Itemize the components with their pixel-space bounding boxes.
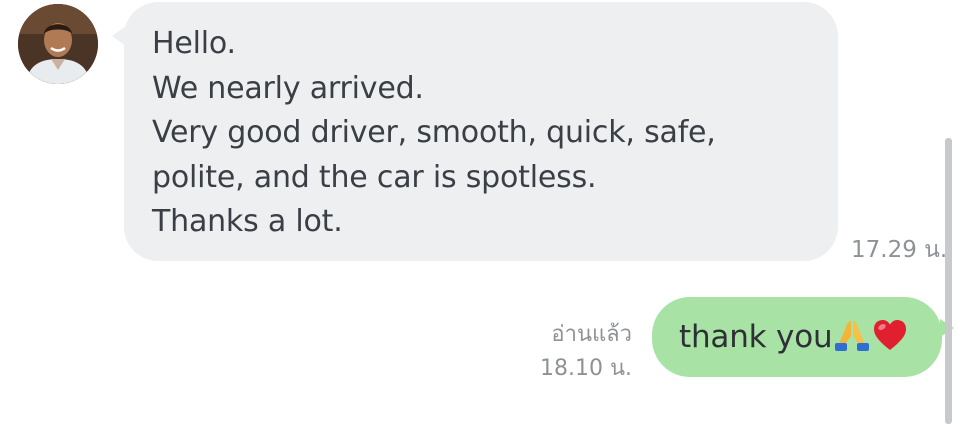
message-line: Very good driver, smooth, quick, safe,	[152, 115, 716, 150]
red-heart-icon	[872, 318, 908, 356]
message-line: polite, and the car is spotless.	[152, 159, 597, 195]
read-label: อ่านแล้ว	[551, 322, 632, 347]
avatar[interactable]	[18, 4, 98, 84]
outgoing-message-text: thank you	[679, 319, 833, 355]
chat-thread[interactable]: Hello. We nearly arrived. Very good driv…	[0, 0, 960, 424]
profile-photo-avatar	[18, 4, 98, 84]
outgoing-message-bubble[interactable]: thank you	[652, 297, 954, 377]
message-line: Thanks a lot.	[152, 204, 343, 239]
incoming-timestamp: 17.29 น.	[851, 237, 948, 263]
incoming-message-bubble[interactable]: Hello. We nearly arrived. Very good driv…	[112, 2, 838, 261]
bubble-tail	[112, 26, 126, 46]
read-receipt: อ่านแล้ว 18.10 น.	[540, 318, 632, 386]
outgoing-timestamp: 18.10 น.	[539, 356, 632, 381]
message-line: Hello.	[152, 26, 236, 61]
folded-hands-icon	[834, 318, 870, 356]
scrollbar[interactable]	[945, 138, 952, 424]
message-line: We nearly arrived.	[152, 70, 424, 106]
